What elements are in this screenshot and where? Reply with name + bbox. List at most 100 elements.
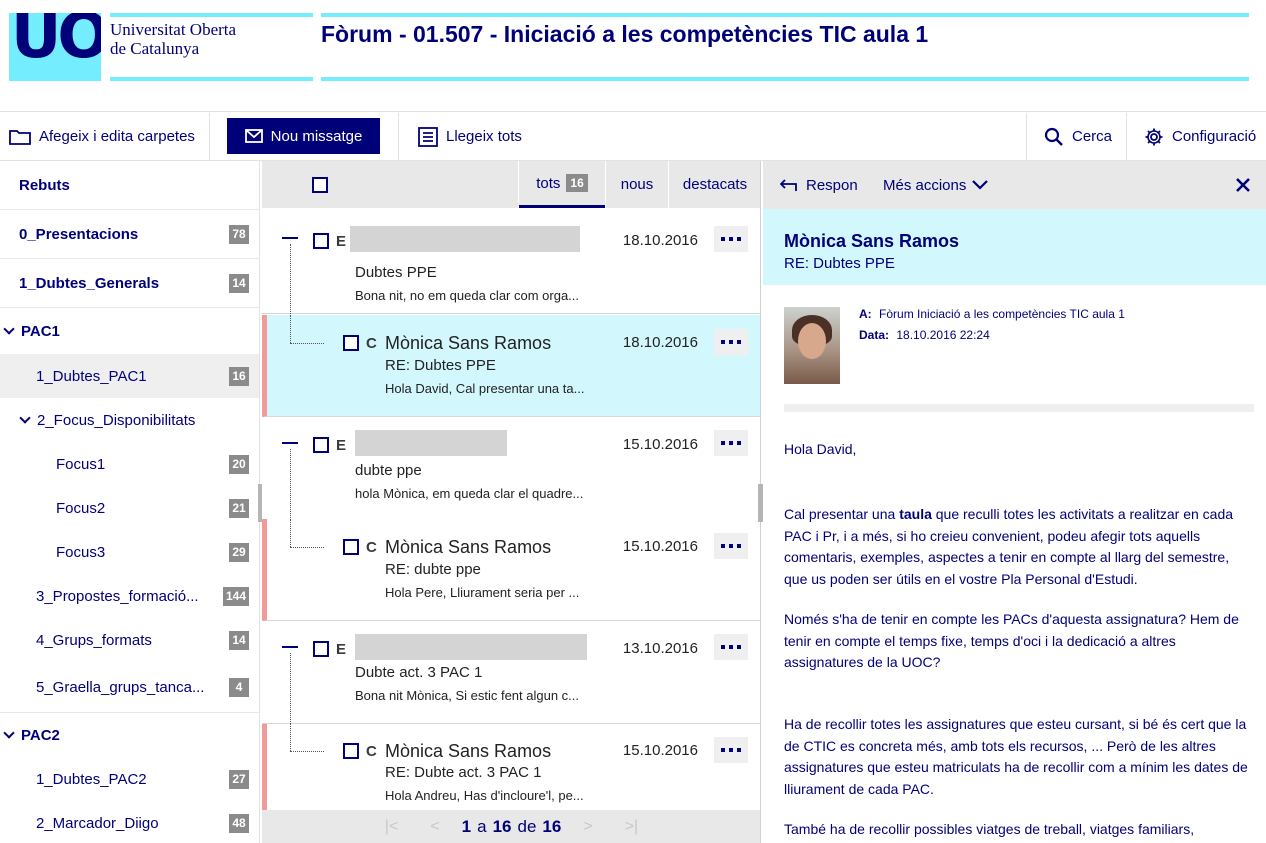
reply-label: Respon xyxy=(806,176,858,194)
collapse-thread-icon[interactable] xyxy=(282,646,298,648)
unread-count-badge: 48 xyxy=(229,813,249,833)
more-options-button[interactable] xyxy=(714,533,748,559)
redacted-sender-name xyxy=(355,430,507,456)
sidebar-item-focus1[interactable]: Focus1 20 xyxy=(0,442,259,486)
unread-count-badge: 78 xyxy=(229,224,249,244)
message-checkbox[interactable] xyxy=(343,539,359,555)
gear-icon xyxy=(1145,128,1163,145)
sidebar-item-graella-grups[interactable]: 5_Graella_grups_tanca... 4 xyxy=(0,662,259,713)
message-subject: dubte ppe xyxy=(355,462,422,479)
last-page-icon[interactable]: >| xyxy=(625,818,639,836)
more-options-button[interactable] xyxy=(714,737,748,763)
sidebar-item-label: 4_Grups_formats xyxy=(36,631,152,649)
thread-line xyxy=(290,519,291,547)
more-options-button[interactable] xyxy=(714,634,748,660)
sidebar-item-focus3[interactable]: Focus3 29 xyxy=(0,530,259,574)
sidebar-group-focus-disponibilitats[interactable]: 2_Focus_Disponibilitats xyxy=(0,398,259,442)
sidebar-item-label: Focus2 xyxy=(56,499,106,517)
more-options-button[interactable] xyxy=(714,226,748,252)
close-pane-button[interactable] xyxy=(1235,161,1251,209)
prev-page-icon[interactable]: < xyxy=(430,818,439,836)
tab-starred[interactable]: destacats xyxy=(669,161,760,208)
message-checkbox[interactable] xyxy=(313,233,329,249)
chevron-down-icon[interactable] xyxy=(3,323,15,335)
sidebar-item-focus2[interactable]: Focus2 21 xyxy=(0,486,259,530)
sidebar-group-pac1[interactable]: PAC1 xyxy=(0,308,259,354)
sidebar-item-label: 1_Dubtes_Generals xyxy=(19,274,160,292)
message-subject: Dubte act. 3 PAC 1 xyxy=(355,664,483,681)
tab-all[interactable]: tots 16 xyxy=(519,161,605,208)
sender-initial: E xyxy=(336,641,347,658)
unread-count-badge: 20 xyxy=(229,454,249,474)
next-page-icon[interactable]: > xyxy=(583,818,592,836)
reply-button[interactable]: Respon xyxy=(780,161,858,209)
pager-current: 1 xyxy=(461,816,472,836)
message-subject: Dubtes PPE xyxy=(355,264,437,281)
unread-count-badge: 21 xyxy=(229,498,249,518)
pager-total-word: de xyxy=(517,816,537,836)
message-checkbox[interactable] xyxy=(343,743,359,759)
unread-count-badge: 144 xyxy=(222,586,249,606)
pager-last: 16 xyxy=(492,816,512,836)
new-message-button[interactable]: Nou missatge xyxy=(227,118,380,154)
unread-count-badge: 14 xyxy=(229,273,249,293)
message-checkbox[interactable] xyxy=(343,335,359,351)
message-subject: RE: Dubte act. 3 PAC 1 xyxy=(385,764,542,781)
collapse-thread-icon[interactable] xyxy=(282,237,298,239)
more-options-button[interactable] xyxy=(714,329,748,355)
message-date: 13.10.2016 xyxy=(622,640,698,657)
new-message-label: Nou missatge xyxy=(270,127,363,145)
sidebar-item-marcador-diigo[interactable]: 2_Marcador_Diigo 48 xyxy=(0,801,259,843)
sidebar-item-presentacions[interactable]: 0_Presentacions 78 xyxy=(0,210,259,259)
sidebar-item-grups-formats[interactable]: 4_Grups_formats 14 xyxy=(0,618,259,662)
message-row[interactable]: E 13.10.2016 Dubte act. 3 PAC 1 Bona nit… xyxy=(262,622,760,724)
chevron-down-icon[interactable] xyxy=(3,727,15,739)
search-button[interactable]: Cerca xyxy=(1044,113,1112,160)
thread-branch xyxy=(290,343,324,344)
body-text-run: Cal presentar una xyxy=(784,506,900,522)
message-checkbox[interactable] xyxy=(313,437,329,453)
uoc-logo[interactable]: UOC xyxy=(9,13,101,81)
message-sender: Mònica Sans Ramos xyxy=(385,741,552,761)
message-row[interactable]: E 18.10.2016 Dubtes PPE Bona nit, no em … xyxy=(262,212,760,314)
folder-icon xyxy=(9,129,31,145)
header: UOC Universitat Oberta de Catalunya Fòru… xyxy=(0,0,1266,112)
thread-branch xyxy=(290,751,324,752)
message-date: 15.10.2016 xyxy=(622,538,698,555)
university-name-line2: de Catalunya xyxy=(110,39,200,58)
sidebar-item-dubtes-generals[interactable]: 1_Dubtes_Generals 14 xyxy=(0,259,259,308)
read-all-button[interactable]: Llegeix tots xyxy=(418,113,522,160)
sidebar-item-dubtes-pac1[interactable]: 1_Dubtes_PAC1 16 xyxy=(0,354,259,398)
message-subject: RE: Dubtes PPE xyxy=(784,255,895,272)
message-row[interactable]: C Mònica Sans Ramos 18.10.2016 RE: Dubte… xyxy=(262,315,760,417)
sender-initial: C xyxy=(366,335,377,352)
first-page-icon[interactable]: |< xyxy=(385,818,399,836)
message-row[interactable]: C Mònica Sans Ramos 15.10.2016 RE: dubte… xyxy=(262,519,760,621)
tab-new[interactable]: nous xyxy=(606,161,668,208)
sidebar-item-label: Focus1 xyxy=(56,455,106,473)
more-options-button[interactable] xyxy=(714,430,748,456)
sidebar-group-pac2[interactable]: PAC2 xyxy=(0,713,259,757)
message-date: 15.10.2016 xyxy=(622,436,698,453)
body-paragraph: També ha de recollir possibles viatges d… xyxy=(784,821,1195,837)
add-edit-folders-button[interactable]: Afegeix i edita carpetes xyxy=(9,113,195,160)
toolbar-divider xyxy=(1126,113,1127,160)
message-list: tots 16 nous destacats E 18.10.2016 Dubt… xyxy=(262,161,761,843)
redacted-sender-name xyxy=(350,226,580,252)
sidebar-item-dubtes-pac2[interactable]: 1_Dubtes_PAC2 27 xyxy=(0,757,259,801)
message-row[interactable]: E 15.10.2016 dubte ppe hola Mònica, em q… xyxy=(262,418,760,520)
collapse-thread-icon[interactable] xyxy=(282,442,298,444)
sidebar-item-inbox[interactable]: Rebuts xyxy=(0,161,259,210)
message-sender: Mònica Sans Ramos xyxy=(385,333,552,353)
header-rule-right-bottom xyxy=(321,77,1249,81)
chevron-down-icon[interactable] xyxy=(19,412,31,424)
select-all-checkbox[interactable] xyxy=(312,177,328,193)
message-checkbox[interactable] xyxy=(313,641,329,657)
search-label: Cerca xyxy=(1072,128,1113,145)
settings-button[interactable]: Configuració xyxy=(1144,113,1256,160)
sidebar-item-label: 1_Dubtes_PAC1 xyxy=(36,367,147,385)
message-row[interactable]: C Mònica Sans Ramos 15.10.2016 RE: Dubte… xyxy=(262,724,760,810)
more-actions-button[interactable]: Més accions xyxy=(883,161,989,209)
search-icon xyxy=(1044,127,1063,146)
sidebar-item-propostes-formacio[interactable]: 3_Propostes_formació... 144 xyxy=(0,574,259,618)
